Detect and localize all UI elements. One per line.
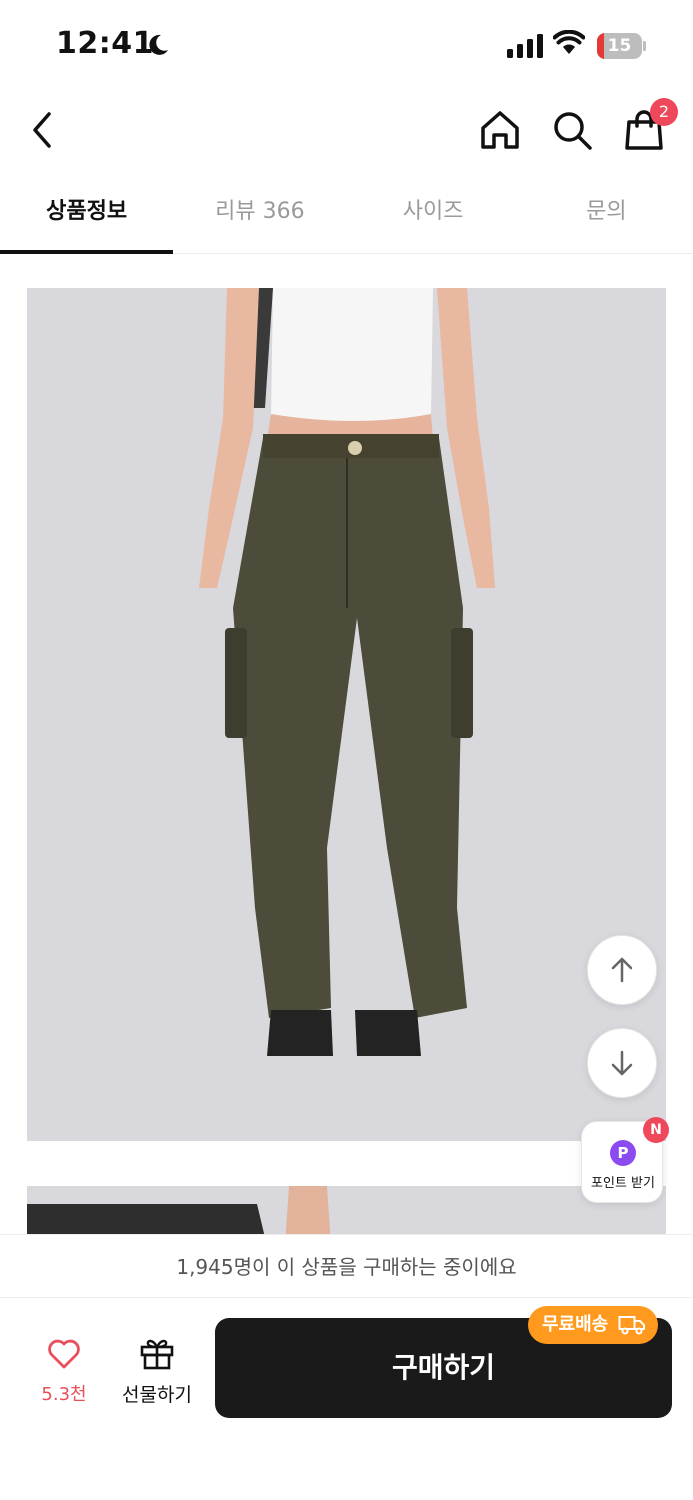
moon-icon [149, 34, 168, 55]
status-bar: 12:41 15 [0, 0, 693, 90]
free-shipping-badge: 무료배송 [528, 1306, 658, 1344]
arrow-down-icon [611, 1050, 633, 1076]
top-nav-bar [0, 90, 693, 170]
wifi-icon [553, 30, 585, 54]
home-button[interactable] [476, 106, 524, 154]
new-badge: N [643, 1117, 669, 1143]
tab-inquiry[interactable]: 문의 [520, 172, 693, 253]
tab-size[interactable]: 사이즈 [347, 172, 520, 253]
battery-indicator: 15 [597, 33, 647, 59]
product-image [27, 288, 666, 1141]
gift-label: 선물하기 [122, 1384, 192, 1406]
point-label: 포인트 받기 [591, 1176, 655, 1191]
truck-icon [618, 1316, 645, 1335]
status-time: 12:41 [56, 26, 154, 61]
buyers-notice: 1,945명이 이 상품을 구매하는 중이에요 [0, 1234, 693, 1298]
tab-product-info[interactable]: 상품정보 [0, 172, 174, 254]
heart-icon [48, 1339, 80, 1369]
arrow-up-icon [611, 957, 633, 983]
scroll-to-top-button[interactable] [587, 935, 657, 1005]
like-button[interactable]: 5.3천 [28, 1338, 100, 1406]
search-icon [554, 112, 592, 150]
product-tabs: 상품정보 리뷰 366 사이즈 문의 [0, 172, 693, 254]
search-button[interactable] [548, 106, 596, 154]
gift-icon [140, 1339, 174, 1370]
home-icon [481, 111, 519, 149]
tab-reviews[interactable]: 리뷰 366 [173, 172, 346, 253]
like-count: 5.3천 [41, 1384, 87, 1405]
chevron-left-icon [33, 112, 51, 148]
scroll-to-bottom-button[interactable] [587, 1028, 657, 1098]
back-button[interactable] [18, 106, 66, 154]
point-icon: P [610, 1140, 636, 1166]
battery-level: 15 [607, 36, 632, 56]
cart-count-badge: 2 [650, 98, 678, 126]
cellular-signal-icon [507, 34, 543, 58]
product-photo-illustration [27, 288, 666, 1141]
free-shipping-label: 무료배송 [542, 1314, 609, 1335]
gift-button[interactable]: 선물하기 [112, 1336, 202, 1407]
